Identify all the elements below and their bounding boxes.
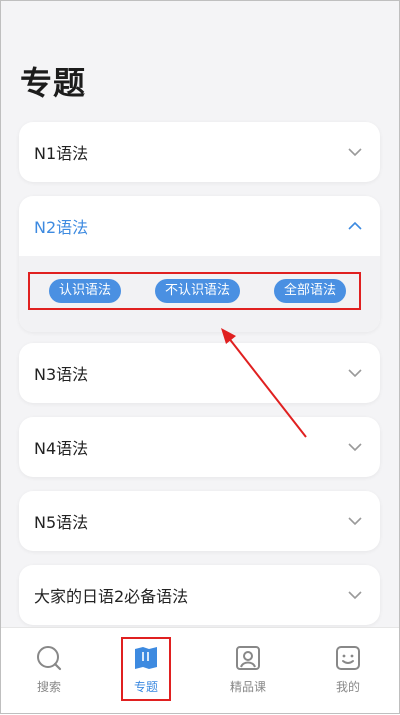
grammar-card-minna[interactable]: 大家的日语2必备语法 xyxy=(19,565,380,625)
card-label: N3语法 xyxy=(34,365,89,384)
tab-label: 精品课 xyxy=(229,680,266,694)
chevron-down-icon xyxy=(348,443,362,452)
card-header[interactable]: N2语法 xyxy=(19,196,380,256)
grammar-card-n3[interactable]: N3语法 xyxy=(19,343,380,403)
tab-label: 专题 xyxy=(133,680,158,694)
card-label: 大家的日语2必备语法 xyxy=(34,587,189,606)
tab-label: 我的 xyxy=(335,680,360,694)
card-label: N4语法 xyxy=(34,439,89,458)
card-header[interactable]: N1语法 xyxy=(19,122,380,182)
page-title: 专题 xyxy=(20,64,87,102)
grammar-card-n4[interactable]: N4语法 xyxy=(19,417,380,477)
grammar-card-n1[interactable]: N1语法 xyxy=(19,122,380,182)
bottom-tab-bar: 搜索 专题 精品课 我的 xyxy=(0,627,400,715)
card-header[interactable]: N3语法 xyxy=(19,343,380,403)
all-grammar-button[interactable]: 全部语法 xyxy=(273,279,346,303)
tab-premium-courses[interactable]: 精品课 xyxy=(218,644,278,704)
card-label: N2语法 xyxy=(34,218,89,237)
unknown-grammar-button[interactable]: 不认识语法 xyxy=(154,279,240,303)
chevron-down-icon xyxy=(348,369,362,378)
tab-mine[interactable]: 我的 xyxy=(318,644,378,704)
tab-topics[interactable]: 专题 xyxy=(116,644,176,704)
search-icon xyxy=(37,646,62,671)
tab-search[interactable]: 搜索 xyxy=(19,644,79,704)
card-header[interactable]: 大家的日语2必备语法 xyxy=(19,565,380,625)
profile-card-icon xyxy=(236,646,260,670)
card-header[interactable]: N5语法 xyxy=(19,491,380,551)
book-icon xyxy=(135,647,157,669)
card-label: N5语法 xyxy=(34,513,89,532)
card-header[interactable]: N4语法 xyxy=(19,417,380,477)
chevron-down-icon xyxy=(348,517,362,526)
smile-face-icon xyxy=(336,646,360,670)
grammar-card-n2[interactable]: N2语法 认识语法 不认识语法 全部语法 xyxy=(19,196,380,332)
filter-pill-group: 认识语法 不认识语法 全部语法 xyxy=(28,272,361,310)
tab-label: 搜索 xyxy=(36,680,61,694)
chevron-up-icon xyxy=(348,221,362,230)
chevron-down-icon xyxy=(348,148,362,157)
card-label: N1语法 xyxy=(34,144,89,163)
card-expanded-body: 认识语法 不认识语法 全部语法 xyxy=(19,256,380,332)
chevron-down-icon xyxy=(348,591,362,600)
known-grammar-button[interactable]: 认识语法 xyxy=(49,279,122,303)
grammar-card-n5[interactable]: N5语法 xyxy=(19,491,380,551)
